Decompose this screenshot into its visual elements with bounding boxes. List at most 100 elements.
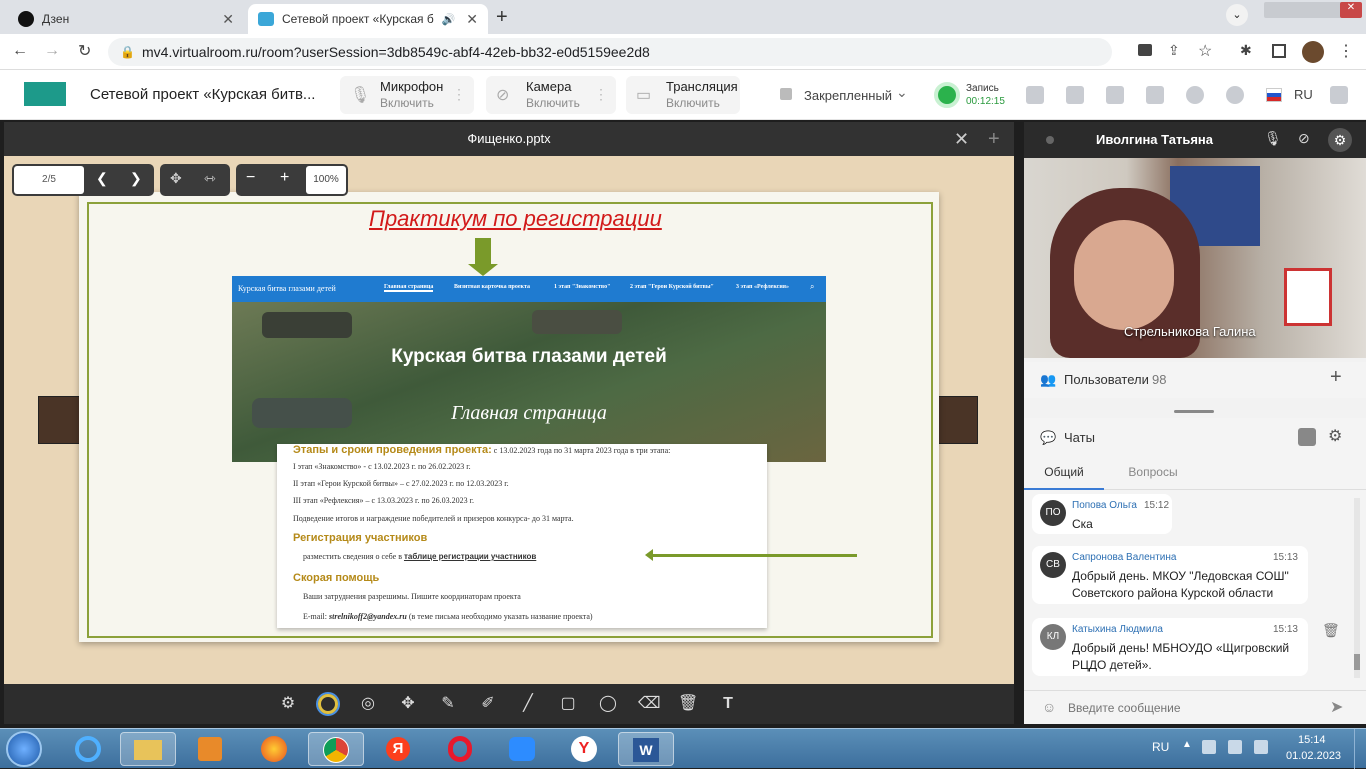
- bookmark-star-icon[interactable]: ☆: [1198, 41, 1212, 61]
- chat-export-icon[interactable]: [1298, 428, 1316, 446]
- text-tool-icon[interactable]: T: [718, 694, 738, 714]
- stages-line: Этапы и сроки проведения проекта: с 13.0…: [293, 444, 670, 456]
- settings-icon[interactable]: ⚙: [278, 694, 298, 714]
- zoom-in-icon[interactable]: +: [280, 169, 289, 187]
- exit-icon[interactable]: [1330, 86, 1348, 104]
- input-language[interactable]: RU: [1152, 740, 1169, 754]
- brush-icon[interactable]: ✎: [438, 694, 458, 714]
- close-tab-icon[interactable]: ✕: [466, 11, 478, 28]
- user-icon[interactable]: [1146, 86, 1164, 104]
- settings-icon[interactable]: ⚙: [1328, 426, 1342, 446]
- russian-flag-icon[interactable]: [1266, 88, 1282, 102]
- clock-time[interactable]: 15:14: [1298, 734, 1326, 746]
- back-icon[interactable]: ←: [12, 42, 28, 60]
- emoji-icon[interactable]: ☺: [1042, 699, 1056, 715]
- extensions-icon[interactable]: ✱: [1240, 42, 1252, 59]
- zoom-out-icon[interactable]: −: [246, 169, 255, 187]
- volume-icon[interactable]: [1254, 740, 1268, 754]
- word-icon[interactable]: W: [618, 732, 674, 766]
- add-user-icon[interactable]: +: [1330, 366, 1342, 389]
- window-close-icon[interactable]: ✕: [1340, 2, 1362, 18]
- camera-blocked-icon[interactable]: [1138, 44, 1152, 56]
- opera-icon[interactable]: [432, 732, 488, 766]
- yandex-browser-icon[interactable]: Y: [556, 732, 612, 766]
- chat-message: ПО Попова Ольга 15:12 Ска: [1032, 494, 1172, 534]
- start-button[interactable]: [6, 731, 42, 767]
- ellipse-icon[interactable]: ◯: [598, 694, 618, 714]
- language-label[interactable]: RU: [1294, 87, 1313, 102]
- fit-width-icon[interactable]: ⇿: [204, 170, 216, 187]
- speaker-icon[interactable]: 🔊: [442, 13, 456, 26]
- pointer-icon[interactable]: ◎: [358, 694, 378, 714]
- ie-icon[interactable]: [60, 732, 116, 766]
- send-icon[interactable]: ➤: [1330, 697, 1343, 717]
- grid-view-icon[interactable]: [1026, 86, 1044, 104]
- color-picker-icon[interactable]: [318, 694, 338, 714]
- users-section[interactable]: 👥 Пользователи 98 +: [1024, 362, 1366, 398]
- media-player-icon[interactable]: [182, 732, 238, 766]
- layout-dropdown[interactable]: Закрепленный ⌄: [772, 80, 916, 110]
- network-icon[interactable]: [1202, 740, 1216, 754]
- prev-page-icon[interactable]: ❮: [96, 170, 108, 187]
- settings-icon[interactable]: ⚙: [1328, 128, 1352, 152]
- clock-date[interactable]: 01.02.2023: [1286, 750, 1341, 762]
- site-brand: Курская битва глазами детей: [238, 284, 336, 293]
- printer-icon[interactable]: [1228, 740, 1242, 754]
- yandex-icon[interactable]: Я: [370, 732, 426, 766]
- help-text: Ваши затруднения разрешимы. Пишите коорд…: [303, 592, 521, 601]
- users-icon: 👥: [1040, 372, 1057, 387]
- site-nav-item: 3 этап «Рефлексия»: [736, 284, 790, 290]
- menu-icon[interactable]: ⋮: [1338, 41, 1354, 61]
- firefox-icon[interactable]: [246, 732, 302, 766]
- page-indicator[interactable]: 2/5: [14, 166, 84, 194]
- tab-questions[interactable]: Вопросы: [1108, 456, 1198, 490]
- eraser-icon[interactable]: ⌫: [638, 694, 661, 714]
- camera-off-icon[interactable]: ⊘: [1298, 130, 1310, 147]
- url-field[interactable]: 🔒 mv4.virtualroom.ru/room?userSession=3d…: [108, 38, 1112, 66]
- more-icon[interactable]: ⋮: [594, 86, 608, 103]
- pen-icon[interactable]: ✐: [478, 694, 498, 714]
- forward-icon[interactable]: →: [44, 42, 60, 60]
- next-page-icon[interactable]: ❯: [130, 170, 142, 187]
- sidepanel-icon[interactable]: [1272, 44, 1286, 58]
- microphone-button[interactable]: 🎙 Микрофон Включить ⋮: [340, 76, 474, 114]
- more-icon[interactable]: ⋮: [452, 86, 466, 103]
- room-header: Сетевой проект «Курская битв... 🎙 Микроф…: [0, 70, 1366, 120]
- resize-handle[interactable]: [1174, 410, 1214, 413]
- settings-icon[interactable]: [1226, 86, 1244, 104]
- fit-page-icon[interactable]: ✥: [170, 170, 182, 187]
- mic-off-icon[interactable]: 🎙: [1264, 130, 1282, 147]
- zoom-level[interactable]: 100%: [306, 166, 346, 194]
- chat-scrollbar[interactable]: [1354, 498, 1360, 678]
- close-tab-icon[interactable]: ✕: [222, 11, 234, 28]
- line-icon[interactable]: ╱: [518, 694, 538, 714]
- scrollbar-thumb[interactable]: [1354, 654, 1360, 670]
- camera-button[interactable]: ⊘ Камера Включить ⋮: [486, 76, 616, 114]
- tray-expand-icon[interactable]: ▲: [1182, 739, 1192, 750]
- tab-dzen[interactable]: Дзен ✕: [8, 4, 244, 34]
- rectangle-icon[interactable]: ▢: [558, 694, 578, 714]
- reload-icon[interactable]: ↻: [78, 41, 91, 61]
- explorer-icon[interactable]: [120, 732, 176, 766]
- trash-icon[interactable]: 🗑: [678, 694, 698, 714]
- folder-icon[interactable]: [1106, 86, 1124, 104]
- profile-avatar[interactable]: [1302, 41, 1324, 63]
- document-icon[interactable]: [1066, 86, 1084, 104]
- registration-title: Регистрация участников: [293, 532, 428, 544]
- delete-message-icon[interactable]: 🗑: [1322, 622, 1340, 639]
- zoom-app-icon[interactable]: [494, 732, 550, 766]
- tab-search-icon[interactable]: ⌄: [1226, 4, 1248, 26]
- add-icon[interactable]: +: [988, 122, 1000, 156]
- broadcast-button[interactable]: ▭ Трансляция Включить: [626, 76, 740, 114]
- info-icon[interactable]: [1186, 86, 1204, 104]
- tab-virtualroom[interactable]: Сетевой проект «Курская б 🔊 ✕: [248, 4, 488, 34]
- message-input[interactable]: [1068, 695, 1328, 721]
- close-icon[interactable]: ✕: [954, 122, 969, 156]
- record-icon[interactable]: [934, 82, 960, 108]
- share-icon[interactable]: ⇪: [1168, 42, 1180, 59]
- move-icon[interactable]: ✥: [398, 694, 418, 714]
- new-tab-icon[interactable]: +: [496, 6, 508, 29]
- tab-general[interactable]: Общий: [1024, 456, 1104, 490]
- chrome-icon[interactable]: [308, 732, 364, 766]
- show-desktop-button[interactable]: [1354, 729, 1366, 769]
